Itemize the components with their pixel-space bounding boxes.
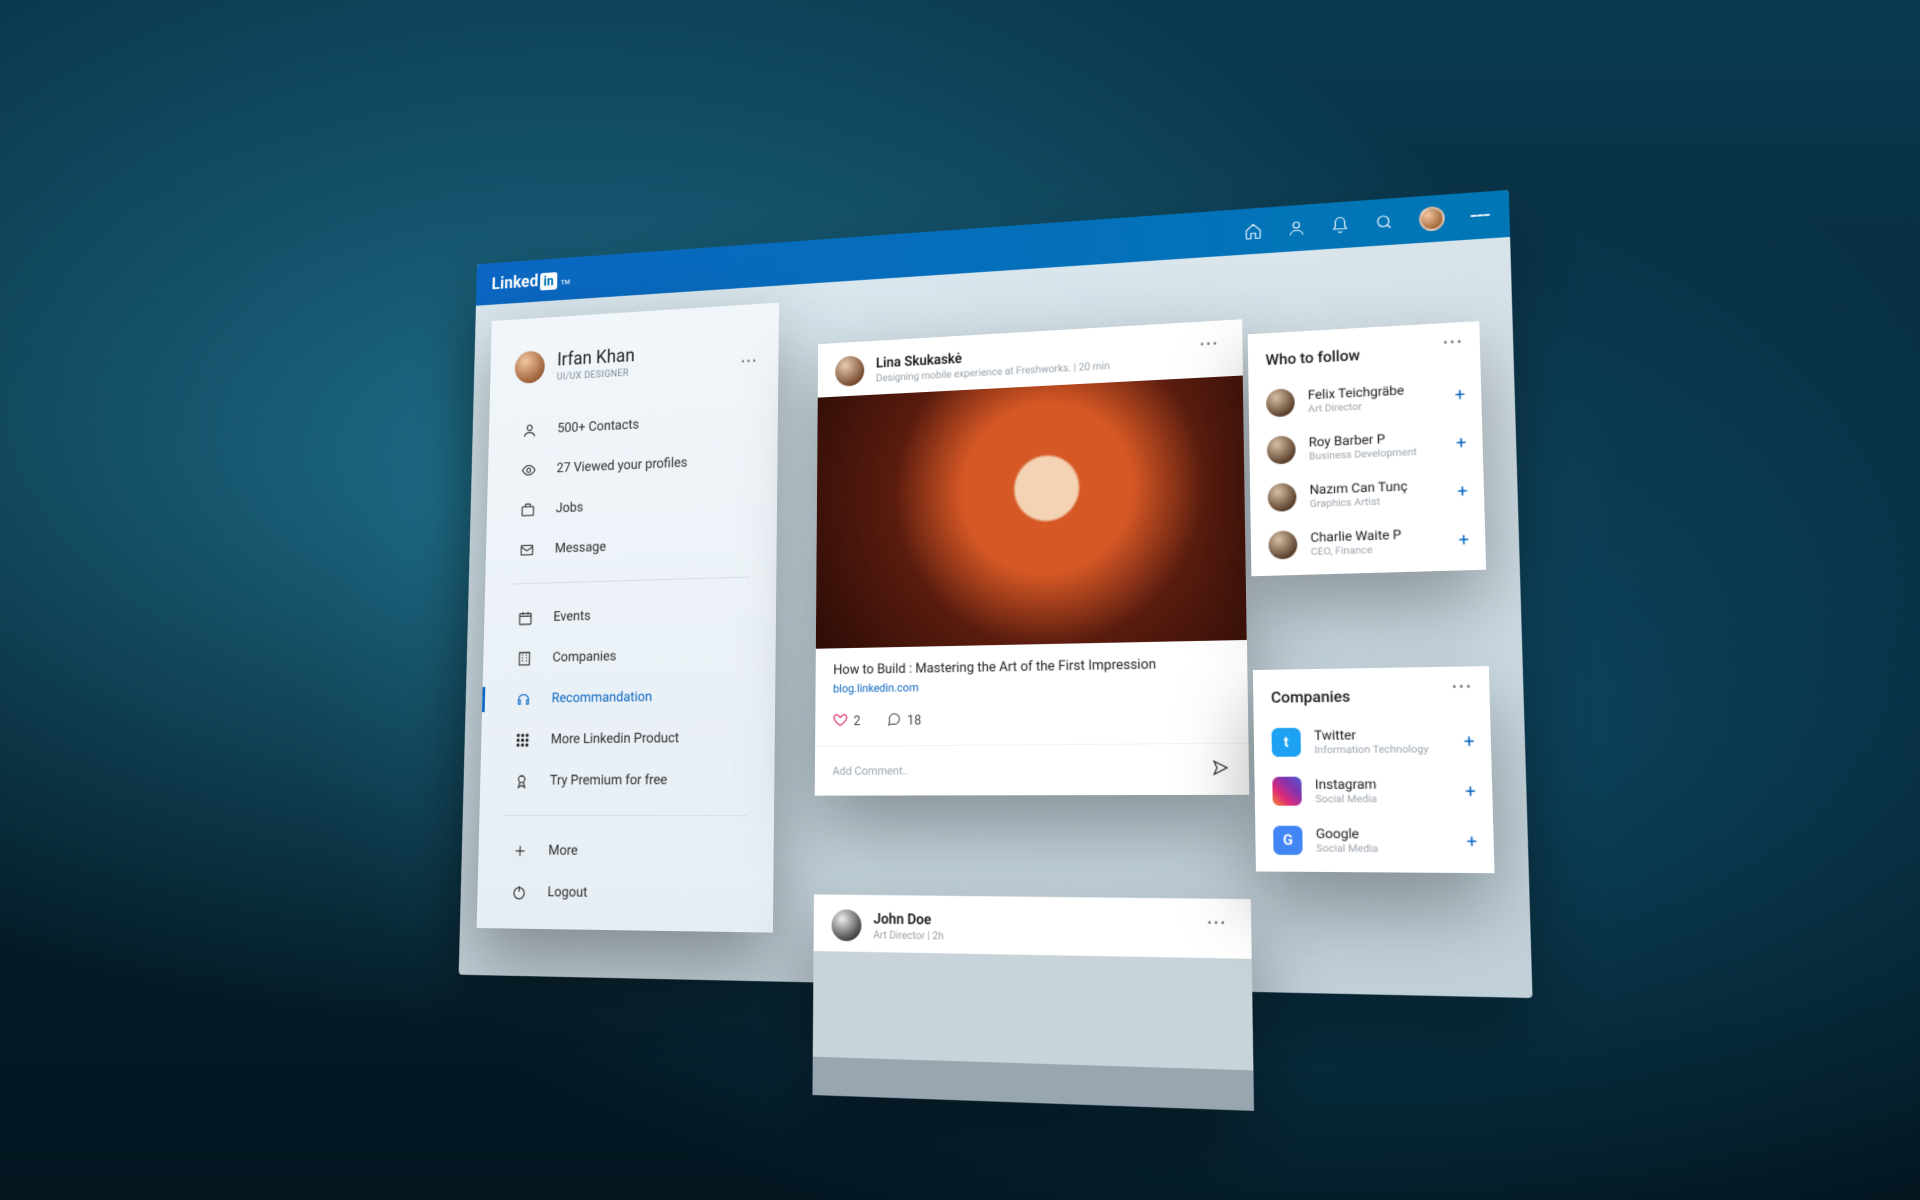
company-sub: Social Media <box>1316 843 1378 856</box>
follow-button[interactable]: + <box>1457 480 1468 501</box>
suggestion-avatar <box>1267 435 1296 464</box>
recommend-icon <box>514 689 532 709</box>
suggestion-row[interactable]: Nazım Can TunçGraphics Artist + <box>1250 466 1485 523</box>
contacts-icon <box>520 420 538 440</box>
nav-label: Try Premium for free <box>550 772 668 788</box>
views-icon <box>519 460 537 480</box>
profile-menu-icon[interactable]: ••• <box>741 354 758 368</box>
nav-item-companies[interactable]: Companies <box>483 632 776 679</box>
companies-panel: Companies ••• tTwitterInformation Techno… <box>1253 666 1495 873</box>
avatar[interactable] <box>1419 206 1445 232</box>
bell-icon[interactable] <box>1330 215 1349 234</box>
nav-item-products[interactable]: More Linkedin Product <box>481 716 775 760</box>
nav-label: Companies <box>552 649 616 666</box>
more-icon <box>510 841 528 861</box>
titlebar: LinkedinTM <box>476 190 1510 306</box>
logout-icon <box>509 882 527 902</box>
nav-item-events[interactable]: Events <box>484 591 776 639</box>
panel-menu-icon[interactable]: ••• <box>1452 679 1473 695</box>
panel-menu-icon[interactable]: ••• <box>1443 334 1464 350</box>
post-author-avatar[interactable] <box>831 909 861 941</box>
profile-name: Irfan Khan <box>557 344 635 370</box>
post-link[interactable]: blog.linkedin.com <box>833 676 1228 696</box>
follow-button[interactable]: + <box>1464 730 1475 752</box>
post-image[interactable] <box>812 951 1254 1111</box>
suggestion-row[interactable]: Charlie Waite PCEO, Finance + <box>1251 514 1486 570</box>
company-logo <box>1272 777 1302 806</box>
companies-icon <box>515 648 533 668</box>
search-icon[interactable] <box>1374 212 1393 231</box>
nav-label: Jobs <box>556 500 584 516</box>
products-icon <box>513 730 531 750</box>
company-row[interactable]: t TwitterInformation Technology + <box>1254 716 1492 767</box>
suggestion-name: Felix Teichgräbe <box>1308 383 1405 403</box>
post-title: How to Build : Mastering the Art of the … <box>833 656 1228 679</box>
follow-button[interactable]: + <box>1458 529 1469 550</box>
follow-button[interactable]: + <box>1465 780 1476 802</box>
nav-item-more[interactable]: More <box>478 830 774 874</box>
company-logo: t <box>1271 728 1301 757</box>
suggestion-sub: Business Development <box>1309 446 1417 462</box>
profile-avatar <box>515 350 546 384</box>
suggestion-name: Charlie Waite P <box>1310 527 1401 545</box>
feed-post-1: Lina Skukaskė Designing mobile experienc… <box>815 319 1250 795</box>
post-meta: Art Director | 2h <box>873 929 943 942</box>
suggestion-avatar <box>1268 483 1297 512</box>
profile-role: UI/UX DESIGNER <box>557 368 635 383</box>
company-row[interactable]: InstagramSocial Media + <box>1254 766 1493 816</box>
nav-label: 500+ Contacts <box>557 417 639 436</box>
post-menu-icon[interactable]: ••• <box>1207 915 1227 931</box>
company-logo: G <box>1273 826 1303 855</box>
like-button[interactable]: 2 <box>833 712 861 730</box>
nav-label: Recommandation <box>552 689 653 706</box>
company-sub: Information Technology <box>1314 743 1428 756</box>
message-icon <box>517 540 535 560</box>
follow-button[interactable]: + <box>1455 383 1466 404</box>
post-author-avatar[interactable] <box>835 355 864 386</box>
post-menu-icon[interactable]: ••• <box>1200 336 1219 352</box>
top-nav <box>1244 203 1490 244</box>
company-row[interactable]: G GoogleSocial Media + <box>1255 816 1494 867</box>
suggestion-row[interactable]: Roy Barber PBusiness Development + <box>1249 417 1483 475</box>
nav-label: Message <box>555 539 606 556</box>
nav-label: More <box>548 843 578 859</box>
jobs-icon <box>518 500 536 520</box>
nav-label: Events <box>553 608 591 624</box>
feed-post-2: John Doe Art Director | 2h ••• <box>812 894 1254 1110</box>
nav-item-recommend[interactable]: Recommandation <box>482 674 776 720</box>
logo: LinkedinTM <box>491 269 570 294</box>
premium-icon <box>512 771 530 791</box>
events-icon <box>516 608 534 628</box>
post-author-name[interactable]: John Doe <box>873 910 943 928</box>
follow-button[interactable]: + <box>1456 432 1467 453</box>
suggestion-name: Nazım Can Tunç <box>1309 478 1407 497</box>
suggestion-sub: Art Director <box>1308 399 1405 415</box>
follow-button[interactable]: + <box>1466 830 1477 852</box>
nav-item-premium[interactable]: Try Premium for free <box>480 759 775 802</box>
post-image[interactable] <box>816 375 1247 648</box>
suggestion-avatar <box>1268 530 1297 559</box>
company-name: Google <box>1316 826 1378 842</box>
comment-button[interactable]: 18 <box>886 711 921 729</box>
nav-label: Logout <box>547 884 587 900</box>
home-icon[interactable] <box>1244 222 1263 241</box>
add-comment-input[interactable]: Add Comment.. <box>833 764 909 778</box>
company-name: Twitter <box>1314 727 1428 744</box>
who-to-follow-panel: Who to follow ••• Felix TeichgräbeArt Di… <box>1248 321 1486 576</box>
sidebar: Irfan Khan UI/UX DESIGNER ••• 500+ Conta… <box>477 303 779 933</box>
nav-label: More Linkedin Product <box>551 730 679 747</box>
suggestion-sub: Graphics Artist <box>1310 495 1408 511</box>
nav-label: 27 Viewed your profiles <box>556 455 687 476</box>
nav-item-logout[interactable]: Logout <box>477 871 773 916</box>
company-sub: Social Media <box>1315 793 1377 805</box>
suggestion-name: Roy Barber P <box>1309 430 1417 450</box>
suggestion-avatar <box>1266 388 1295 417</box>
suggestion-sub: CEO, Finance <box>1311 543 1402 558</box>
send-icon[interactable] <box>1212 759 1230 780</box>
company-name: Instagram <box>1315 776 1377 792</box>
user-icon[interactable] <box>1287 219 1306 238</box>
menu-icon[interactable] <box>1470 206 1490 226</box>
